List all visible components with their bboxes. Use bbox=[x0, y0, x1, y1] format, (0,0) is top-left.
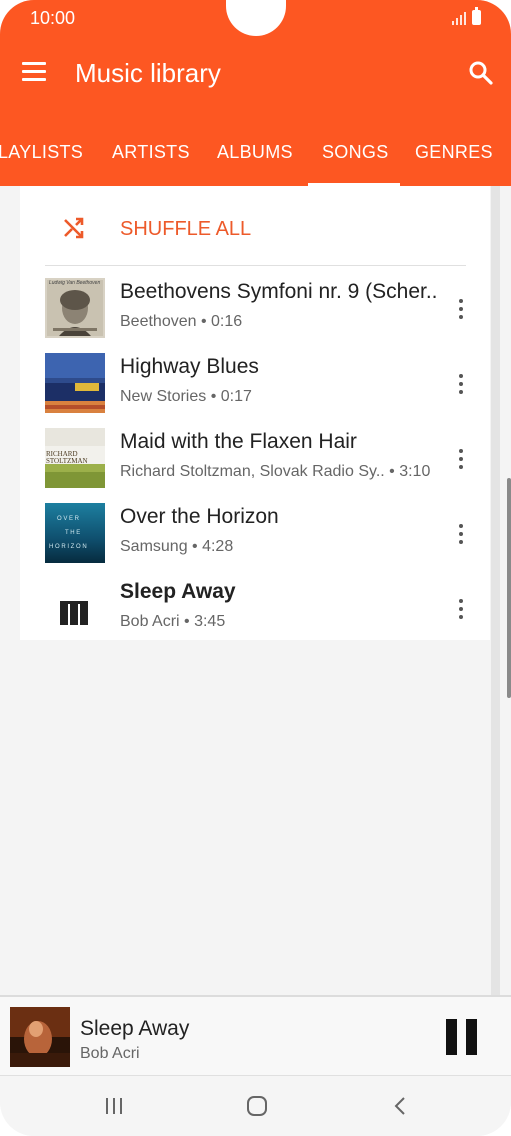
song-title: Maid with the Flaxen Hair bbox=[120, 430, 357, 453]
back-icon[interactable] bbox=[390, 1094, 410, 1123]
edge-panel-handle[interactable] bbox=[507, 478, 511, 698]
song-row[interactable]: Ludwig Van Beethoven Beethovens Symfoni … bbox=[20, 270, 490, 345]
mini-player[interactable]: Sleep Away Bob Acri bbox=[0, 995, 511, 1075]
app-header: 10:00 Music library LAYLISTS ARTISTS ALB… bbox=[0, 0, 511, 186]
album-art-caption: STOLTZMAN bbox=[46, 457, 88, 465]
song-subtitle: Beethoven • 0:16 bbox=[120, 313, 243, 330]
now-playing-artist: Bob Acri bbox=[80, 1045, 140, 1062]
navigation-bar bbox=[0, 1075, 511, 1136]
more-options-icon[interactable] bbox=[456, 598, 466, 620]
song-title: Over the Horizon bbox=[120, 505, 279, 528]
album-art-caption: H O R I Z O N bbox=[49, 544, 87, 550]
tab-albums[interactable]: ALBUMS bbox=[217, 142, 293, 163]
tab-bar: LAYLISTS ARTISTS ALBUMS SONGS GENRES bbox=[0, 140, 511, 186]
song-row[interactable]: Highway Blues New Stories • 0:17 bbox=[20, 345, 490, 420]
pause-icon[interactable] bbox=[444, 1019, 478, 1055]
song-subtitle: Samsung • 4:28 bbox=[120, 538, 234, 555]
song-subtitle: Richard Stoltzman, Slovak Radio Sy.. • 3… bbox=[120, 463, 431, 480]
tab-artists[interactable]: ARTISTS bbox=[112, 142, 190, 163]
status-bar: 10:00 bbox=[0, 0, 511, 36]
song-subtitle: Bob Acri • 3:45 bbox=[120, 613, 226, 630]
shuffle-all-button[interactable]: SHUFFLE ALL bbox=[20, 186, 490, 266]
status-time: 10:00 bbox=[30, 8, 76, 28]
album-art-caption: T H E bbox=[65, 530, 81, 536]
tab-playlists[interactable]: LAYLISTS bbox=[0, 142, 83, 163]
more-options-icon[interactable] bbox=[456, 523, 466, 545]
album-art-new-stories bbox=[45, 353, 105, 413]
equalizer-icon bbox=[45, 578, 105, 638]
now-playing-title: Sleep Away bbox=[80, 1017, 190, 1040]
menu-icon[interactable] bbox=[22, 62, 48, 82]
recent-apps-icon[interactable] bbox=[104, 1094, 124, 1123]
album-art-stoltzman: RICHARD STOLTZMAN bbox=[45, 428, 105, 488]
shuffle-all-label: SHUFFLE ALL bbox=[120, 218, 252, 240]
shuffle-icon bbox=[62, 216, 86, 240]
tab-songs[interactable]: SONGS bbox=[322, 142, 389, 163]
more-options-icon[interactable] bbox=[456, 298, 466, 320]
more-options-icon[interactable] bbox=[456, 373, 466, 395]
phone-screen: 10:00 Music library LAYLISTS ARTISTS ALB… bbox=[0, 0, 511, 1136]
song-row-playing[interactable]: Sleep Away Bob Acri • 3:45 bbox=[20, 570, 490, 645]
tab-genres[interactable]: GENRES bbox=[415, 142, 493, 163]
scrollbar-track[interactable] bbox=[491, 186, 500, 996]
toolbar: Music library bbox=[0, 44, 511, 104]
song-title: Sleep Away bbox=[120, 580, 236, 603]
divider bbox=[45, 265, 466, 266]
song-title: Beethovens Symfoni nr. 9 (Scher.. bbox=[120, 280, 438, 303]
battery-icon bbox=[472, 7, 481, 25]
status-icons bbox=[452, 7, 481, 25]
page-title: Music library bbox=[75, 58, 221, 88]
song-subtitle: New Stories • 0:17 bbox=[120, 388, 252, 405]
signal-icon bbox=[452, 11, 466, 25]
album-art-caption: Ludwig Van Beethoven bbox=[49, 280, 101, 286]
song-row[interactable]: RICHARD STOLTZMAN Maid with the Flaxen H… bbox=[20, 420, 490, 495]
now-playing-album-art bbox=[10, 1007, 70, 1067]
home-icon[interactable] bbox=[245, 1094, 269, 1123]
album-art-horizon: O V E R T H E H O R I Z O N bbox=[45, 503, 105, 563]
album-art-caption: O V E R bbox=[57, 516, 80, 522]
song-row[interactable]: O V E R T H E H O R I Z O N Over the Hor… bbox=[20, 495, 490, 570]
song-title: Highway Blues bbox=[120, 355, 259, 378]
album-art-beethoven: Ludwig Van Beethoven bbox=[45, 278, 105, 338]
camera-notch bbox=[226, 0, 286, 36]
search-icon[interactable] bbox=[468, 60, 494, 86]
song-list: SHUFFLE ALL Ludwig Van Beethoven Beethov… bbox=[20, 186, 490, 640]
more-options-icon[interactable] bbox=[456, 448, 466, 470]
